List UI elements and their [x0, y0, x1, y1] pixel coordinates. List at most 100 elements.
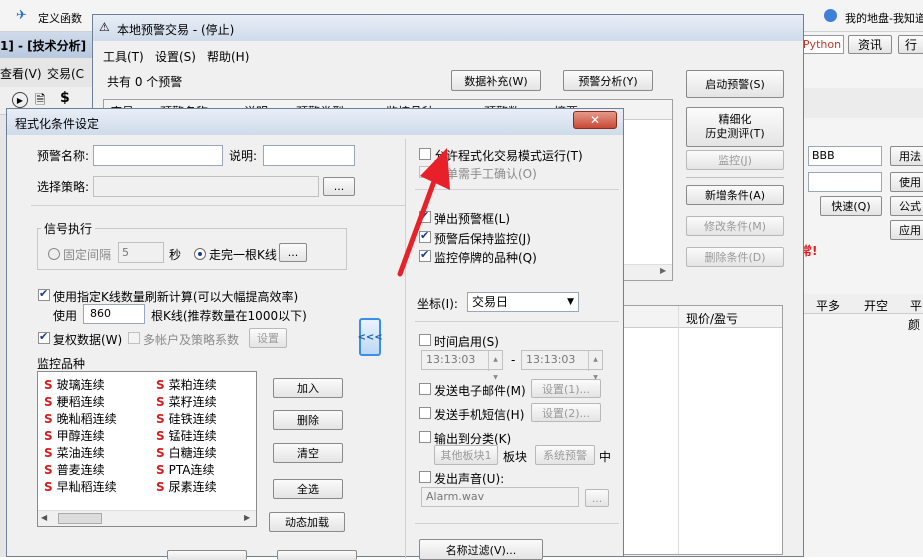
scroll-right-icon[interactable]: ▶ [660, 266, 666, 275]
bar-complete-radio[interactable] [194, 248, 206, 260]
hang-button[interactable]: 行 [898, 35, 923, 54]
multi-settings-button[interactable]: 设置 [249, 328, 287, 348]
sms-checkbox[interactable] [419, 407, 431, 419]
bar-count-input[interactable]: 860 [83, 304, 145, 324]
monitor-item[interactable]: S 晚籼稻连续 [44, 410, 117, 427]
monitor-item[interactable]: S 甲醇连续 [44, 427, 105, 444]
popup-checkbox[interactable] [419, 209, 431, 223]
monitor-item[interactable]: S 粳稻连续 [44, 393, 105, 410]
bbb-field[interactable]: BBB [808, 146, 882, 166]
system-alert-button[interactable]: 系统预警 [535, 445, 595, 465]
formula-button[interactable]: 公式 [890, 196, 923, 216]
new-condition-button[interactable]: 新增条件(A) [686, 185, 784, 205]
apply-button[interactable]: 应用 [890, 220, 923, 240]
fixed-interval-input[interactable]: 5 [118, 242, 164, 263]
quick-button[interactable]: 快速(Q) [820, 196, 882, 216]
sound-checkbox[interactable] [419, 471, 431, 483]
refine-eval-button[interactable]: 精细化 历史测评(T) [686, 107, 784, 147]
strategy-input[interactable] [93, 176, 319, 197]
delete-condition-button[interactable]: 删除条件(D) [686, 247, 784, 267]
monitor-item[interactable]: S 普麦连续 [44, 461, 105, 478]
time-from-spinner[interactable]: ▲ ▼ [488, 351, 502, 381]
use-button[interactable]: 使用 [890, 172, 923, 192]
menu-view[interactable]: 查看(V) [0, 65, 42, 82]
monitor-item[interactable]: S 菜油连续 [44, 444, 105, 461]
symbol-marker: S [44, 446, 53, 460]
email-label: 发送电子邮件(M) [434, 384, 526, 398]
monitor-hscroll[interactable]: ◀ ▶ [38, 510, 256, 526]
back-separator [686, 177, 784, 178]
alert-analysis-button[interactable]: 预警分析(Y) [563, 70, 653, 91]
manual-confirm-checkbox[interactable] [419, 166, 431, 178]
right-field-2[interactable] [808, 172, 882, 192]
scroll-left-icon[interactable]: ◀ [41, 513, 47, 522]
allow-program-checkbox[interactable] [419, 148, 431, 160]
alert-name-input[interactable] [93, 145, 223, 166]
desc-input[interactable] [263, 145, 355, 166]
bottom-button-left[interactable] [167, 550, 247, 560]
news-label: 资讯 [857, 38, 882, 52]
fixed-interval-label: 固定间隔 [63, 248, 112, 262]
time-enable-checkbox[interactable] [419, 334, 431, 346]
menu-tools[interactable]: 工具(T) [103, 48, 144, 65]
strategy-browse-button[interactable]: ... [323, 177, 355, 196]
time-from-input[interactable]: 13:13:03 ▲ ▼ [421, 350, 503, 381]
monitor-item[interactable]: S 尿素连续 [156, 478, 217, 495]
refine-label-1: 精细化 [718, 113, 752, 126]
remove-symbol-button[interactable]: 删除 [273, 410, 343, 430]
other-block-button[interactable]: 其他板块1 [434, 445, 498, 465]
monitor-item[interactable]: S 早籼稻连续 [44, 478, 117, 495]
sound-browse-button[interactable]: ... [585, 489, 609, 507]
sms-settings-button[interactable]: 设置(2)... [531, 403, 601, 422]
email-checkbox[interactable] [419, 383, 431, 395]
monitor-item[interactable]: S 菜粕连续 [156, 376, 217, 393]
monitor-list[interactable]: S 玻璃连续 S 粳稻连续 S 晚籼稻连续 S 甲醇连续 S 菜油连续 S 普麦连续 S 早籼稻连续 S菜… [37, 371, 257, 527]
chevron-down-icon[interactable]: ▼ [567, 293, 574, 311]
fixed-interval-radio[interactable] [48, 248, 60, 260]
monitor-item[interactable]: S 锰硅连续 [156, 427, 217, 444]
start-alert-button[interactable]: 启动预警(S) [686, 70, 784, 98]
select-all-button[interactable]: 全选 [273, 479, 343, 499]
suspend-checkbox[interactable] [419, 248, 431, 262]
keep-monitor-checkbox[interactable] [419, 229, 431, 243]
fq-checkbox[interactable] [38, 330, 50, 344]
dynamic-load-button[interactable]: 动态加载 [269, 512, 345, 532]
close-button[interactable]: ✕ [573, 111, 617, 129]
multi-account-checkbox[interactable] [128, 332, 140, 344]
time-to-input[interactable]: 13:13:03 ▲ ▼ [521, 350, 603, 381]
taskbar-item-site[interactable]: 我的地盘-我知道 [845, 10, 923, 26]
data-supplement-button[interactable]: 数据补充(W) [451, 70, 541, 91]
news-button[interactable]: 资讯 [848, 35, 892, 54]
taskbar-item-define[interactable]: 定义函数 [38, 10, 82, 26]
scroll-thumb[interactable] [58, 513, 102, 524]
refresh-checkbox[interactable] [38, 287, 50, 301]
add-symbol-button[interactable]: 加入 [273, 378, 343, 398]
modify-condition-button[interactable]: 修改条件(M) [686, 216, 784, 236]
monitor-item[interactable]: S 玻璃连续 [44, 376, 105, 393]
monitor-item[interactable]: S 菜籽连续 [156, 393, 217, 410]
refine-label-2: 历史测评(T) [705, 127, 765, 140]
time-to-spinner[interactable]: ▲ ▼ [588, 351, 602, 381]
monitor-item[interactable]: S 硅铁连续 [156, 410, 217, 427]
output-checkbox[interactable] [419, 431, 431, 443]
coord-select[interactable]: 交易日 ▼ [467, 292, 579, 312]
menu-settings[interactable]: 设置(S) [155, 48, 196, 65]
bar-settings-button[interactable]: ... [279, 243, 307, 262]
usage-button[interactable]: 用法 [890, 146, 923, 166]
menu-trade[interactable]: 交易(C [47, 65, 84, 82]
monitor-item[interactable]: S 白糖连续 [156, 444, 217, 461]
python-button[interactable]: Python [800, 35, 844, 54]
sound-file-input[interactable]: Alarm.wav [421, 487, 579, 507]
email-settings-button[interactable]: 设置(1)... [531, 379, 601, 398]
monitor-item[interactable]: S PTA连续 [156, 461, 215, 478]
clear-symbols-button[interactable]: 清空 [273, 443, 343, 463]
right-cell: 颜 [908, 318, 921, 332]
menu-help[interactable]: 帮助(H) [207, 48, 249, 65]
scroll-right-small-icon[interactable]: ▶ [244, 513, 250, 522]
dollar-icon[interactable]: $ [60, 90, 70, 106]
monitor-button[interactable]: 监控(J) [686, 150, 784, 170]
symbol-marker: S [44, 480, 53, 494]
bottom-button-right[interactable] [277, 550, 357, 560]
play-icon[interactable]: ▶ [12, 92, 28, 108]
collapse-button[interactable]: <<< [357, 318, 383, 356]
